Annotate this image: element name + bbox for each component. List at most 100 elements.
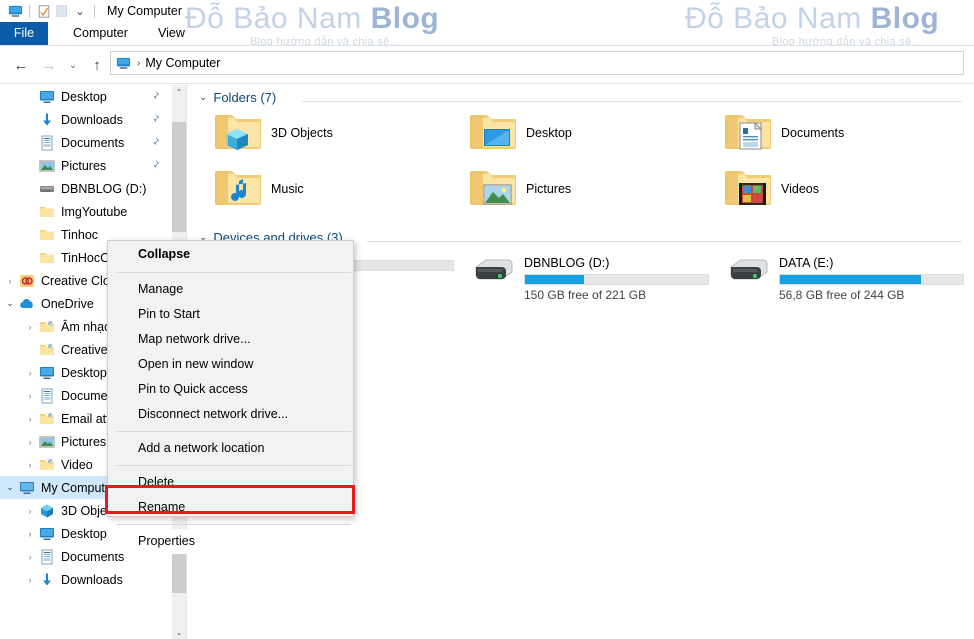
- drive-usage-fill: [525, 275, 584, 284]
- folder-shortcut-icon: [38, 457, 56, 473]
- folder-item-label: Music: [271, 182, 304, 196]
- folder-item-label: Documents: [781, 126, 845, 140]
- sidebar-item-label: OneDrive: [41, 296, 94, 311]
- sidebar-item-label: Downloads: [61, 572, 123, 587]
- chevron-right-icon[interactable]: ›: [22, 552, 38, 562]
- sidebar-item-label: Desktop: [61, 89, 107, 104]
- sidebar-item-dbnblog-d[interactable]: DBNBLOG (D:): [0, 177, 172, 200]
- address-input[interactable]: › My Computer: [110, 51, 964, 75]
- context-menu-item-map-network-drive[interactable]: Map network drive...: [108, 327, 353, 352]
- chevron-down-icon[interactable]: ⌄: [71, 2, 89, 20]
- chevron-right-icon[interactable]: ›: [22, 506, 38, 516]
- drive-icon: [38, 181, 56, 197]
- folder-desktop-icon: [470, 109, 518, 157]
- folder-item[interactable]: Pictures: [470, 165, 571, 213]
- sidebar-item-label: Documents: [61, 135, 125, 150]
- sidebar-item-desktop[interactable]: Desktop: [0, 85, 172, 108]
- folder-icon: [38, 204, 56, 220]
- context-menu-item-open-in-new-window[interactable]: Open in new window: [108, 352, 353, 377]
- sidebar-item-downloads[interactable]: Downloads: [0, 108, 172, 131]
- forward-button[interactable]: →: [38, 56, 60, 74]
- context-menu-separator: [116, 431, 351, 432]
- scroll-up-icon[interactable]: ⌃: [172, 85, 186, 99]
- hdd-icon: [725, 253, 773, 301]
- chevron-down-icon[interactable]: ⌄: [2, 482, 18, 493]
- context-menu-item-add-a-network-location[interactable]: Add a network location: [108, 436, 353, 461]
- drive-free-space: 56,8 GB free of 244 GB: [779, 288, 905, 302]
- folder-item[interactable]: Documents: [725, 109, 844, 157]
- context-menu[interactable]: Collapse Manage Pin to Start Map network dr…: [107, 240, 354, 554]
- chevron-right-icon[interactable]: ›: [22, 460, 38, 470]
- pin-icon[interactable]: [148, 90, 160, 102]
- chevron-down-icon[interactable]: ⌄: [199, 92, 207, 103]
- documents-icon: [38, 549, 56, 565]
- downloads-icon: [38, 112, 56, 128]
- folder-item[interactable]: Music: [215, 165, 304, 213]
- desktop-icon: [38, 365, 56, 381]
- folder-item[interactable]: Videos: [725, 165, 819, 213]
- sidebar-item-downloads[interactable]: › Downloads: [0, 568, 172, 591]
- sidebar-item-imgyoutube[interactable]: ImgYoutube: [0, 200, 172, 223]
- folder-shortcut-icon: [38, 342, 56, 358]
- chevron-right-icon[interactable]: ›: [22, 437, 38, 447]
- drive-item[interactable]: DBNBLOG (D:) 150 GB free of 221 GB: [470, 253, 709, 302]
- new-folder-icon[interactable]: [53, 2, 71, 20]
- chevron-right-icon[interactable]: ›: [22, 575, 38, 585]
- desktop-icon: [38, 526, 56, 542]
- context-menu-item-manage[interactable]: Manage: [108, 277, 353, 302]
- drive-name: DATA (E:): [779, 256, 834, 270]
- context-menu-separator: [116, 524, 351, 525]
- folder-item-label: Desktop: [526, 126, 572, 140]
- folder-pics-icon: [470, 165, 518, 213]
- context-menu-item-collapse[interactable]: Collapse: [108, 241, 353, 268]
- nav-scrollbar-thumb[interactable]: [172, 122, 186, 232]
- sidebar-item-label: Âm nhạc: [61, 319, 111, 334]
- context-menu-item-disconnect-network-drive[interactable]: Disconnect network drive...: [108, 402, 353, 427]
- chevron-right-icon[interactable]: ›: [2, 276, 18, 286]
- context-menu-item-pin-to-start[interactable]: Pin to Start: [108, 302, 353, 327]
- pin-icon[interactable]: [148, 113, 160, 125]
- pictures-icon: [38, 434, 56, 450]
- chevron-right-icon[interactable]: ›: [22, 368, 38, 378]
- context-menu-item-properties[interactable]: Properties: [108, 529, 353, 554]
- scroll-down-icon[interactable]: ⌄: [172, 625, 186, 639]
- chevron-right-icon[interactable]: ›: [22, 322, 38, 332]
- drive-free-space: 150 GB free of 221 GB: [524, 288, 647, 302]
- folder-shortcut-icon: [38, 319, 56, 335]
- breadcrumb-my-computer[interactable]: My Computer: [145, 56, 220, 70]
- sidebar-item-label: DBNBLOG (D:): [61, 181, 147, 196]
- folder-item[interactable]: 3D Objects: [215, 109, 333, 157]
- folder-shortcut-icon: [38, 411, 56, 427]
- drive-usage-bar: [524, 274, 709, 285]
- pin-icon[interactable]: [148, 136, 160, 148]
- context-menu-item-pin-to-quick-access[interactable]: Pin to Quick access: [108, 377, 353, 402]
- context-menu-item-delete[interactable]: Delete: [108, 470, 353, 495]
- devices-group-rule: [367, 241, 962, 242]
- tab-computer[interactable]: Computer: [60, 22, 141, 45]
- recent-locations-icon[interactable]: ⌄: [62, 56, 84, 74]
- computer-icon: [116, 55, 133, 72]
- folder-music-icon: [215, 165, 263, 213]
- tab-view[interactable]: View: [145, 22, 198, 45]
- chevron-right-icon[interactable]: ›: [22, 414, 38, 424]
- up-button[interactable]: ↑: [86, 56, 108, 74]
- tab-file[interactable]: File: [0, 22, 48, 45]
- drive-usage-bar: [779, 274, 964, 285]
- properties-icon[interactable]: [35, 2, 53, 20]
- context-menu-item-rename[interactable]: Rename: [108, 495, 353, 520]
- chevron-down-icon[interactable]: ⌄: [2, 298, 18, 309]
- folders-group-label: Folders (7): [213, 90, 277, 105]
- folders-group-header[interactable]: ⌄ Folders (7): [199, 90, 276, 105]
- drive-item[interactable]: DATA (E:) 56,8 GB free of 244 GB: [725, 253, 964, 302]
- sidebar-item-label: Tinhoc: [61, 227, 99, 242]
- folder-item[interactable]: Desktop: [470, 109, 572, 157]
- sidebar-item-documents[interactable]: Documents: [0, 131, 172, 154]
- breadcrumb-separator-icon: ›: [137, 57, 141, 69]
- sidebar-item-label: Video: [61, 457, 93, 472]
- chevron-right-icon[interactable]: ›: [22, 391, 38, 401]
- back-button[interactable]: ←: [10, 56, 32, 74]
- chevron-right-icon[interactable]: ›: [22, 529, 38, 539]
- pin-icon[interactable]: [148, 159, 160, 171]
- sidebar-item-pictures[interactable]: Pictures: [0, 154, 172, 177]
- 3d-objects-icon: [38, 503, 56, 519]
